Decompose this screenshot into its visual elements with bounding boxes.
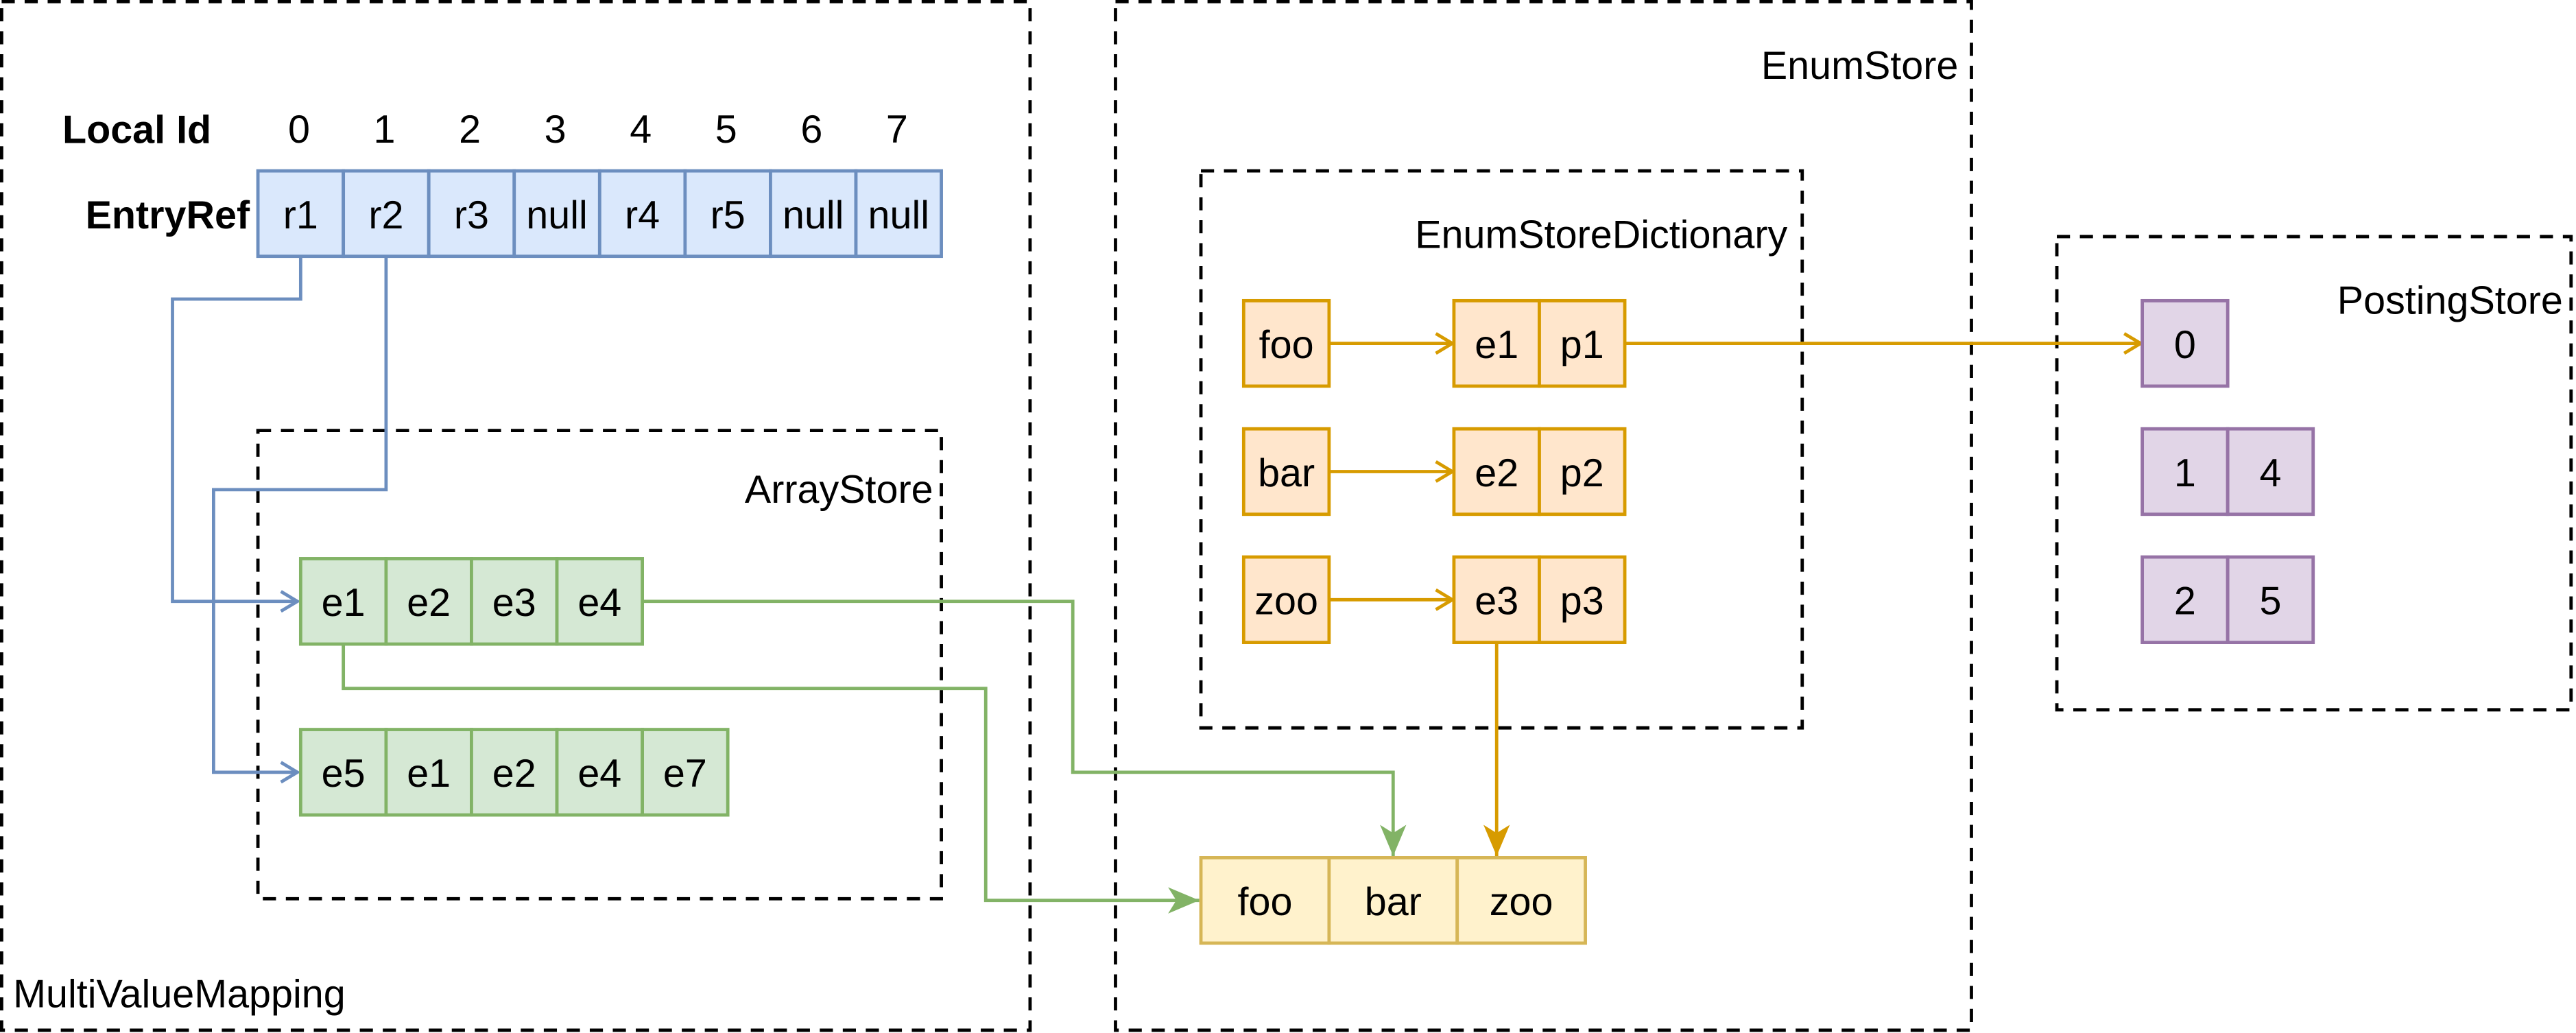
array-cell-label: e3	[492, 581, 536, 625]
local-id-label: Local Id	[62, 108, 211, 152]
local-id-3: 3	[545, 108, 567, 152]
dictionary-posting-ref-label: p1	[1560, 323, 1604, 367]
dictionary-key-zoo-label: zoo	[1254, 580, 1318, 624]
array-cell-label: e2	[407, 581, 451, 625]
local-id-6: 6	[800, 108, 822, 152]
array-cell-label: e1	[407, 752, 451, 796]
enum-value-cell-label: foo	[1238, 880, 1293, 924]
dictionary-posting-ref-label: p3	[1560, 580, 1604, 624]
posting-cell-label: 2	[2174, 580, 2196, 624]
array-cell-label: e1	[322, 581, 366, 625]
local-id-0: 0	[288, 108, 310, 152]
entry-ref-cell-label: r4	[625, 193, 660, 237]
enum-value-cell-label: bar	[1365, 880, 1422, 924]
array-cell-label: e5	[322, 752, 366, 796]
enum-store-title: EnumStore	[1761, 44, 1958, 88]
arrow-r2-to-array-2	[212, 256, 388, 784]
local-id-7: 7	[886, 108, 908, 152]
enum-value-cell-label: zoo	[1490, 880, 1553, 924]
posting-cell-label: 1	[2174, 451, 2196, 495]
entry-ref-cell-label: null	[783, 193, 844, 237]
local-id-1: 1	[374, 108, 396, 152]
local-id-4: 4	[630, 108, 652, 152]
entry-ref-cell-label: r1	[283, 193, 318, 237]
array-store-title: ArrayStore	[745, 468, 933, 512]
posting-cell-label: 5	[2259, 580, 2281, 624]
entry-ref-cell-label: r5	[711, 193, 746, 237]
entry-ref-cell-label: r2	[368, 193, 403, 237]
multi-value-mapping-title: MultiValueMapping	[13, 972, 346, 1016]
local-id-5: 5	[715, 108, 737, 152]
posting-store-title: PostingStore	[2337, 279, 2563, 323]
dictionary-posting-ref-label: p2	[1560, 451, 1604, 495]
local-id-2: 2	[459, 108, 481, 152]
posting-cell-label: 0	[2174, 323, 2196, 367]
multi-value-mapping-container	[0, 0, 1032, 1032]
dictionary-key-foo-label: foo	[1259, 323, 1314, 367]
entry-ref-cell-label: null	[526, 193, 587, 237]
dictionary-enum-ref-label: e1	[1475, 323, 1518, 367]
array-cell-label: e4	[577, 581, 621, 625]
entry-ref-cell-label: r3	[454, 193, 489, 237]
enum-store-dictionary-title: EnumStoreDictionary	[1415, 213, 1787, 257]
multi-value-attribute-diagram: MultiValueMapping ArrayStore EnumStore E…	[0, 0, 2573, 1032]
dictionary-enum-ref-label: e3	[1475, 580, 1518, 624]
dictionary-enum-ref-label: e2	[1475, 451, 1518, 495]
entry-ref-label: EntryRef	[86, 193, 250, 237]
dictionary-key-bar-label: bar	[1258, 451, 1315, 495]
cells: 0 1 2 3 4 5 6 7 r1 r2 r3 null r4 r5 null null e1 e2 e3 e4 e5…	[256, 108, 2315, 945]
array-cell-label: e7	[663, 752, 707, 796]
posting-cell-label: 4	[2259, 451, 2281, 495]
entry-ref-cell-label: null	[868, 193, 929, 237]
array-cell-label: e2	[492, 752, 536, 796]
array-cell-label: e4	[577, 752, 621, 796]
